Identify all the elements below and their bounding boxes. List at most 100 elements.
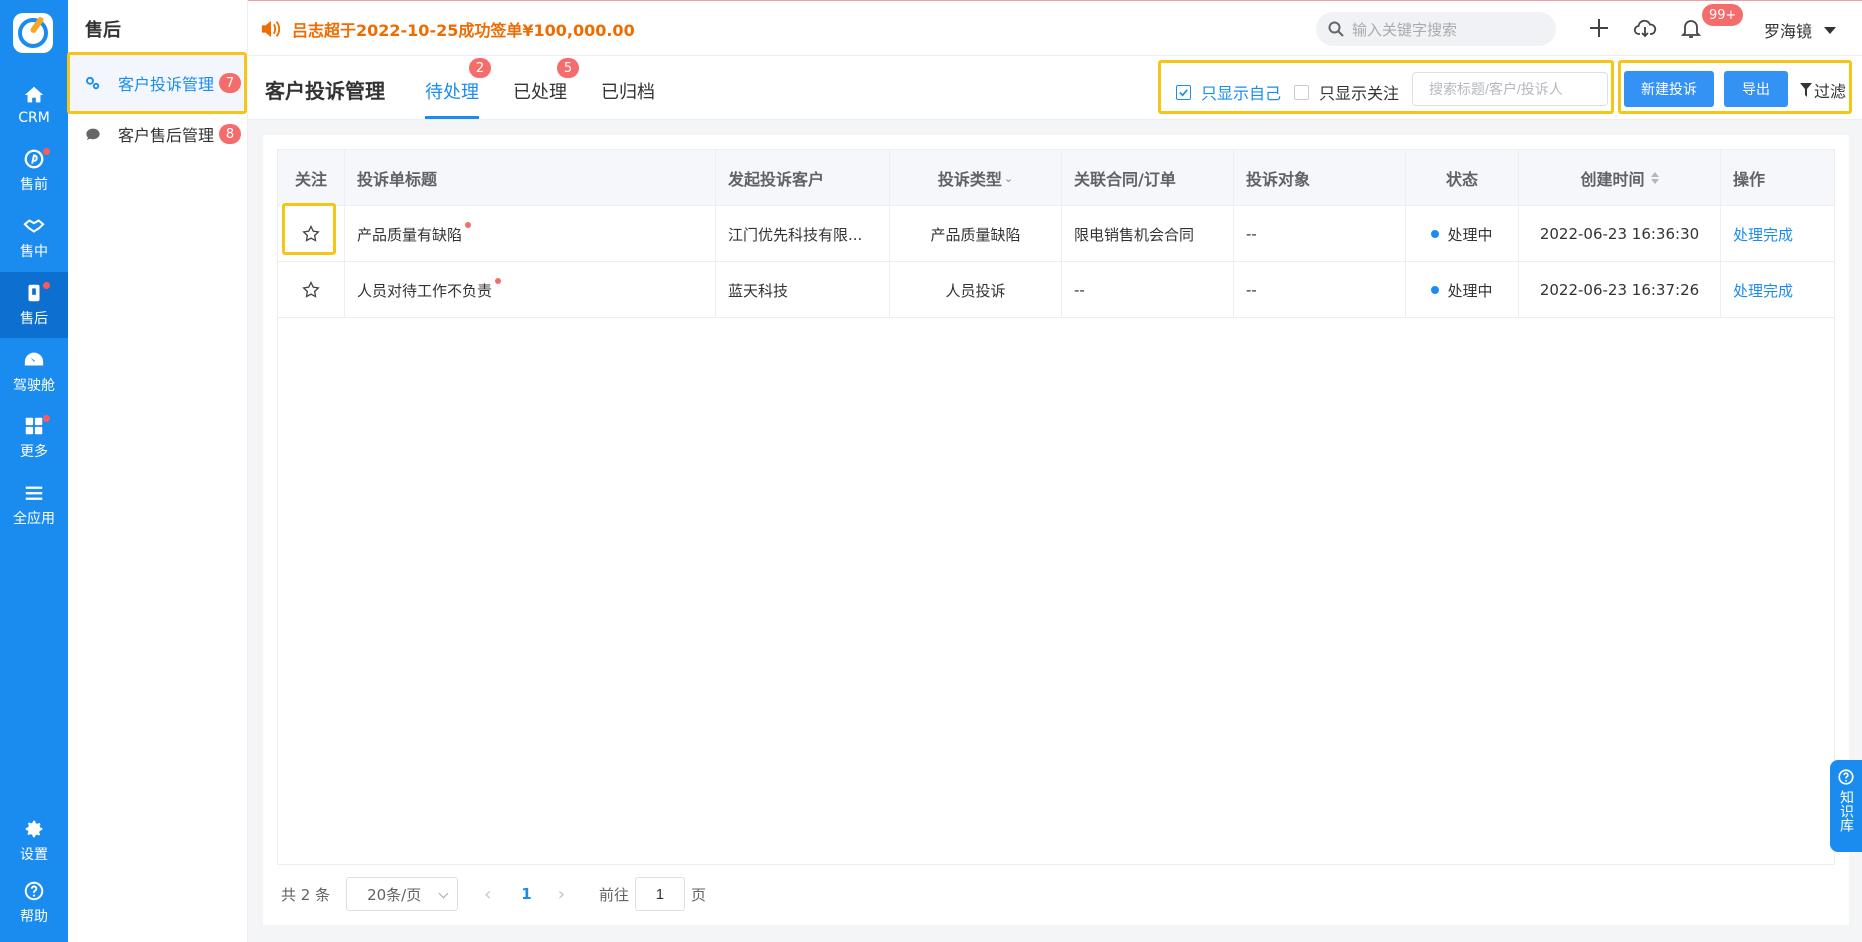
column-header-actions: 操作 <box>1733 170 1766 189</box>
rail-item-label: 售中 <box>20 244 48 260</box>
prev-page-button[interactable]: ‹ <box>484 884 491 905</box>
page-number-current[interactable]: 1 <box>521 885 531 903</box>
tab-label: 待处理 <box>425 82 479 103</box>
dashboard-icon <box>24 352 44 366</box>
plus-icon <box>1590 19 1608 37</box>
add-button[interactable] <box>1584 13 1614 43</box>
title-cell[interactable]: 产品质量有缺陷 <box>345 206 716 262</box>
knowledge-base-label: 知识库 <box>1838 790 1854 832</box>
sidebar-item-label: 客户售后管理 <box>118 126 215 145</box>
cloud-download-icon <box>1633 19 1657 38</box>
help-circle-icon <box>1838 769 1854 785</box>
column-header-target: 投诉对象 <box>1234 150 1406 206</box>
search-icon <box>1328 21 1344 37</box>
tab-processed[interactable]: 已处理 <box>513 78 567 104</box>
sidebar-item-label: 客户投诉管理 <box>118 75 215 94</box>
complaints-table: 关注 投诉单标题 发起投诉客户 投诉类型 ⌄ 关联合同/订单 投诉对象 状态 创… <box>277 149 1835 865</box>
menu-icon <box>25 486 43 500</box>
star-outline-icon[interactable] <box>301 224 321 244</box>
count-badge: 8 <box>219 124 242 144</box>
rail-item-label: CRM <box>18 110 50 126</box>
status-text: 处理中 <box>1447 225 1493 244</box>
rail-item-insale[interactable]: 售中 <box>0 205 68 271</box>
speaker-icon <box>261 20 281 38</box>
rail-item-crm[interactable]: CRM <box>0 72 68 138</box>
complete-action-link[interactable]: 处理完成 <box>1733 224 1793 245</box>
grid-icon <box>25 417 43 435</box>
user-name: 罗海镜 <box>1764 22 1813 41</box>
unread-dot <box>465 222 472 228</box>
top-bar: 吕志超于2022-10-25成功签单¥100,000.00 输入关键字搜索 99… <box>248 0 1862 56</box>
complete-action-link[interactable]: 处理完成 <box>1733 280 1793 301</box>
rail-item-help[interactable]: 帮助 <box>0 870 68 936</box>
status-cell: 处理中 <box>1406 206 1519 262</box>
tab-archived[interactable]: 已归档 <box>601 78 655 104</box>
new-complaint-button[interactable]: 新建投诉 <box>1624 71 1714 107</box>
goto-page-input[interactable] <box>634 877 685 911</box>
filter-button[interactable]: 过滤 <box>1800 78 1846 102</box>
page-size-select[interactable]: 20条/页 <box>346 877 459 911</box>
global-search-placeholder: 输入关键字搜索 <box>1352 20 1458 39</box>
sidebar-item-aftersales[interactable]: 客户售后管理 8 <box>68 106 248 162</box>
knowledge-base-button[interactable]: 知识库 <box>1830 760 1862 852</box>
column-header-type[interactable]: 投诉类型 ⌄ <box>890 150 1062 206</box>
table-row[interactable]: 人员对待工作不负责 蓝天科技 人员投诉 -- -- 处理中 2022-06-23… <box>278 262 1834 318</box>
export-button[interactable]: 导出 <box>1724 71 1788 107</box>
checkbox-unchecked-icon <box>1294 84 1309 100</box>
complaint-search-input[interactable] <box>1412 72 1608 106</box>
tab-badge: 2 <box>469 58 491 78</box>
chat-icon <box>84 125 102 143</box>
rail-item-aftersale[interactable]: 售后 <box>0 272 68 338</box>
funnel-icon <box>1800 83 1812 97</box>
complaint-title: 产品质量有缺陷 <box>357 225 463 244</box>
column-header-created[interactable]: 创建时间 <box>1519 150 1721 206</box>
tab-pending[interactable]: 待处理 <box>425 78 479 104</box>
caret-down-icon <box>1824 26 1837 34</box>
only-mine-checkbox[interactable]: 只显示自己 <box>1176 80 1281 104</box>
rail-item-settings[interactable]: 设置 <box>0 808 68 874</box>
page-header: 客户投诉管理 待处理 2 已处理 5 已归档 只显示自己 只显示关注 新建投诉 … <box>248 56 1862 120</box>
rail-item-label: 设置 <box>20 847 48 863</box>
page-size-value: 20条/页 <box>367 885 422 904</box>
rail-item-label: 更多 <box>20 444 48 460</box>
column-header-label: 创建时间 <box>1580 170 1645 189</box>
rail-item-all-apps[interactable]: 全应用 <box>0 472 68 538</box>
rail-item-presale[interactable]: 售前 <box>0 138 68 204</box>
target-cell: -- <box>1234 206 1406 262</box>
goto-suffix: 页 <box>690 885 706 904</box>
cloud-download-button[interactable] <box>1630 13 1660 43</box>
follow-cell <box>278 206 345 262</box>
only-followed-checkbox[interactable]: 只显示关注 <box>1294 80 1399 104</box>
column-header-customer: 发起投诉客户 <box>716 150 890 206</box>
rail-item-more[interactable]: 更多 <box>0 405 68 471</box>
user-menu[interactable]: 罗海镜 <box>1764 18 1837 42</box>
title-cell[interactable]: 人员对待工作不负责 <box>345 262 716 318</box>
chevron-down-icon: ⌄ <box>1003 171 1014 185</box>
sidebar-item-complaints[interactable]: 客户投诉管理 7 <box>68 55 248 111</box>
table-row[interactable]: 产品质量有缺陷 江门优先科技有限... 产品质量缺陷 限电销售机会合同 -- 处… <box>278 206 1834 262</box>
checkbox-checked-icon <box>1176 84 1191 100</box>
notice-banner[interactable]: 吕志超于2022-10-25成功签单¥100,000.00 <box>260 17 635 41</box>
action-cell: 处理完成 <box>1721 206 1836 262</box>
help-icon <box>24 881 44 901</box>
app-logo[interactable] <box>13 13 53 53</box>
filter-label: 过滤 <box>1814 82 1847 101</box>
secondary-sidebar: 售后 客户投诉管理 7 客户售后管理 8 <box>68 0 248 942</box>
column-header-follow: 关注 <box>278 150 345 206</box>
global-search-input[interactable]: 输入关键字搜索 <box>1316 12 1556 46</box>
next-page-button[interactable]: › <box>558 884 565 905</box>
presale-icon <box>24 149 44 169</box>
rail-item-label: 驾驶舱 <box>13 378 55 394</box>
app-root: CRM 售前 售中 售后 驾驶舱 更多 全应用 设置 帮助 售后 客户投诉管理 … <box>0 0 1862 942</box>
created-cell: 2022-06-23 16:36:30 <box>1519 206 1721 262</box>
rail-item-label: 帮助 <box>20 909 48 925</box>
star-outline-icon[interactable] <box>301 280 321 300</box>
complaint-title: 人员对待工作不负责 <box>357 281 493 300</box>
status-dot <box>1431 286 1440 294</box>
sort-icon <box>1650 172 1659 184</box>
pagination: 共 2 条 20条/页 ‹ 1 › 前往 页 <box>281 877 706 911</box>
rail-item-dashboard[interactable]: 驾驶舱 <box>0 339 68 405</box>
notification-dot <box>43 282 50 289</box>
page-title: 客户投诉管理 <box>265 79 385 103</box>
target-cell: -- <box>1234 262 1406 318</box>
